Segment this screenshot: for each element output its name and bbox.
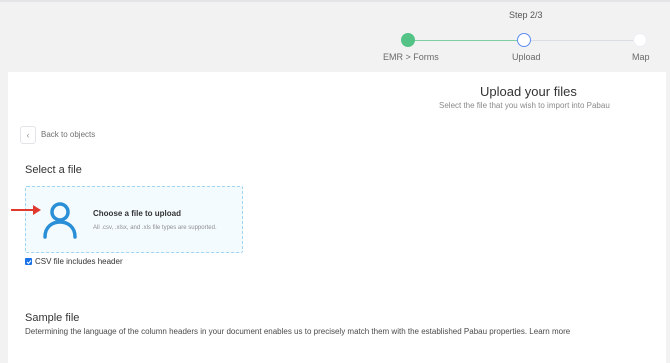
back-to-objects-link[interactable]: Back to objects (41, 130, 95, 139)
select-file-heading: Select a file (25, 164, 82, 176)
top-divider (0, 0, 670, 2)
sample-file-heading: Sample file (25, 312, 80, 324)
step-dot-map (633, 33, 647, 47)
csv-header-label: CSV file includes header (35, 257, 123, 266)
step-label-emr-forms: EMR > Forms (383, 52, 439, 62)
step-label-map: Map (632, 52, 650, 62)
dropzone-hint: All .csv, .xlsx, and .xls file types are… (93, 225, 217, 231)
step-counter: Step 2/3 (509, 10, 543, 20)
chevron-left-icon: ‹ (26, 130, 30, 140)
file-dropzone[interactable]: Choose a file to upload All .csv, .xlsx,… (25, 186, 243, 253)
back-button[interactable]: ‹ (20, 126, 36, 144)
step-label-upload: Upload (512, 52, 541, 62)
dropzone-title: Choose a file to upload (93, 209, 182, 218)
stepper-line-pending (524, 40, 640, 41)
csv-header-checkbox[interactable] (25, 258, 32, 265)
checkmark-icon (26, 259, 31, 264)
red-arrow-annotation (11, 205, 41, 215)
page-subtitle: Select the file that you wish to import … (439, 101, 610, 110)
step-dot-upload (517, 33, 531, 47)
page-title: Upload your files (480, 84, 577, 99)
sample-file-description: Determining the language of the column h… (25, 327, 571, 336)
stepper-line-completed (408, 40, 524, 41)
step-dot-emr-forms (401, 33, 415, 47)
user-avatar-icon (43, 202, 77, 239)
csv-header-option[interactable]: CSV file includes header (25, 257, 123, 266)
